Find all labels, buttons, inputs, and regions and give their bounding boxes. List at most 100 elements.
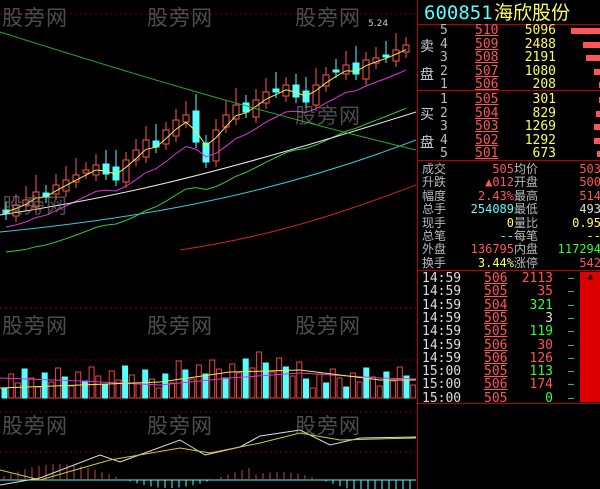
candle-body: [82, 169, 90, 174]
volume-bar: [356, 381, 363, 399]
dea-line: [0, 432, 416, 481]
volume-bar: [155, 387, 162, 399]
volume-bar: [108, 370, 115, 399]
ask-label-1: 卖: [420, 39, 434, 55]
tick-price: 505: [484, 390, 508, 406]
candle-body: [182, 114, 190, 123]
volume-bar: [262, 362, 269, 399]
watermark: 股旁网: [147, 414, 213, 438]
candle-body: [232, 104, 240, 120]
depth-bar: [594, 124, 600, 130]
volume-bar: [41, 372, 48, 399]
candle-body: [272, 88, 280, 93]
volume-bar: [316, 373, 323, 399]
volume-bar: [68, 385, 75, 399]
depth-bar: [571, 28, 600, 34]
stat-row: 换手 3.44% 涨停 542: [418, 255, 600, 271]
volume-bar: [229, 363, 236, 399]
stock-name: 海欣股份: [494, 2, 571, 24]
depth-bar: [594, 68, 600, 75]
watermark: 股旁网: [147, 314, 213, 338]
watermark: 股旁网: [295, 104, 361, 128]
volume-bar: [282, 366, 289, 399]
candle-body: [102, 163, 110, 175]
candle-body: [122, 159, 130, 183]
volume-bar: [135, 383, 142, 399]
volume-bar: [122, 365, 129, 399]
depth-bar: [594, 137, 600, 144]
volume-bar: [102, 384, 108, 399]
volume-bar: [182, 369, 189, 399]
quote-panel: 600851 海欣股份 5 510 5096 4 509 2488 3 508 2191 2 507…: [417, 0, 600, 489]
watermark: 股旁网: [295, 414, 361, 438]
watermark: 股旁网: [2, 6, 68, 30]
candle-body: [342, 64, 350, 75]
tick-time: 15:00: [422, 390, 462, 406]
volume-bar: [28, 377, 35, 399]
volume-bar: [343, 386, 350, 399]
volume-bar: [269, 371, 276, 399]
volume-bar: [222, 377, 229, 399]
watermark: 股旁网: [295, 314, 361, 338]
volume-bar: [35, 386, 41, 399]
watermark: 股旁网: [2, 414, 68, 438]
candle-body: [382, 54, 390, 58]
depth-bar: [583, 41, 600, 48]
volume-bar: [370, 376, 376, 399]
bid-label-1: 买: [420, 107, 434, 123]
volume-bar: [403, 375, 410, 399]
volume-bar: [329, 368, 336, 399]
volume-bar: [242, 358, 249, 399]
volume-bar: [209, 359, 216, 399]
candle-body: [262, 91, 270, 104]
volume-bar: [383, 371, 390, 399]
stock-code: 600851: [424, 2, 493, 24]
ma250-line: [179, 184, 416, 251]
candle-body: [152, 140, 160, 148]
volume-bar: [8, 373, 15, 399]
volume-bar: [21, 368, 28, 399]
watermark: 股旁网: [147, 6, 213, 30]
watermark: 股旁网: [2, 314, 68, 338]
volume-bar: [376, 385, 383, 399]
scroll-up-icon[interactable]: ▲: [580, 272, 600, 282]
volume-bar: [81, 380, 88, 399]
candle-body: [242, 102, 250, 113]
tick-dash: –: [568, 392, 575, 404]
volume-bar: [1, 387, 8, 399]
volume-bar: [390, 380, 397, 399]
volume-bar: [256, 351, 263, 399]
volume-bar: [169, 382, 175, 399]
volume-bar: [336, 377, 343, 399]
stat-label: 涨停: [514, 255, 539, 270]
tick-row: 15:00 505 0 –: [418, 391, 600, 407]
volume-bar: [296, 361, 303, 399]
stat-value: 542: [579, 255, 600, 270]
volume-bar: [202, 373, 209, 399]
volume-bar: [410, 384, 416, 399]
volume-bar: [249, 367, 256, 399]
volume-bar: [14, 382, 21, 399]
stock-terminal: 5.24 股旁网 股旁网 股旁网 股旁网 股旁网 股旁网 股旁网 股旁网 股旁网…: [0, 0, 600, 489]
volume-bar: [363, 367, 370, 399]
bid-label-2: 盘: [420, 135, 434, 151]
candle-body: [352, 62, 360, 75]
candle-body: [332, 69, 340, 73]
volume-bar: [323, 382, 330, 399]
volume-bar: [48, 381, 55, 399]
depth-bar: [596, 110, 600, 117]
watermark: 股旁网: [295, 6, 361, 30]
candle-body: [192, 110, 200, 143]
volume-bar: [289, 375, 296, 399]
volume-bar: [276, 357, 283, 399]
candle-body: [292, 84, 300, 98]
depth-bar: [586, 55, 600, 61]
stat-label: 换手: [422, 255, 447, 270]
quote-header: 600851 海欣股份: [418, 2, 600, 24]
volume-bar: [396, 366, 403, 399]
tick-scrollbar[interactable]: ▲: [580, 272, 600, 402]
stat-value: 3.44%: [477, 255, 514, 270]
volume-bar: [128, 374, 135, 399]
volume-bar: [55, 367, 62, 399]
volume-bar: [309, 387, 316, 399]
